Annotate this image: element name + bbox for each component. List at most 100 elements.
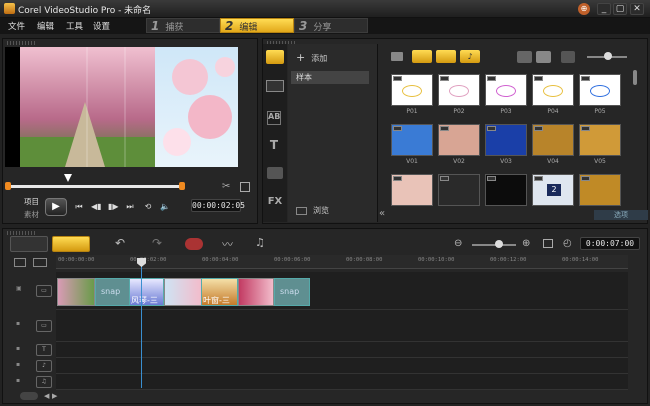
show-videos-toggle[interactable] — [412, 50, 432, 63]
enlarge-icon[interactable] — [240, 182, 250, 192]
title-category-icon[interactable]: T — [267, 138, 281, 152]
minimize-button[interactable]: _ — [597, 3, 611, 15]
video-badge-icon — [440, 176, 449, 181]
list-view-icon[interactable] — [517, 51, 532, 63]
thumbnail-size-knob[interactable] — [604, 52, 612, 60]
library-thumbnail[interactable] — [391, 124, 433, 156]
end-button[interactable]: ⏭ — [125, 202, 135, 212]
mark-in-handle[interactable] — [5, 182, 11, 190]
previous-frame-button[interactable]: ◀▮ — [91, 202, 102, 212]
collapse-arrow-icon[interactable]: « — [379, 208, 385, 219]
zoom-in-icon[interactable]: ⊕ — [522, 238, 530, 249]
video-track-icon[interactable]: ▭ — [36, 285, 52, 297]
zoom-slider[interactable] — [472, 244, 516, 246]
show-audio-toggle[interactable]: ♪ — [460, 50, 480, 63]
media-category-icon[interactable] — [266, 50, 284, 64]
play-button[interactable]: ▶ — [45, 198, 67, 216]
timeline-scroll-left-icon[interactable]: ◀ — [44, 392, 49, 400]
thumbnail-label: V01 — [406, 158, 418, 165]
options-button[interactable]: 选项 — [594, 210, 648, 220]
scissors-icon[interactable]: ✂ — [222, 181, 230, 192]
sort-icon[interactable] — [561, 51, 575, 63]
maximize-button[interactable]: ▢ — [613, 3, 627, 15]
music-track-toggle[interactable]: ▪ — [16, 377, 23, 384]
zoom-slider-knob[interactable] — [495, 240, 503, 248]
thumbnail-view-icon[interactable] — [536, 51, 551, 63]
video-clip-2[interactable] — [164, 278, 202, 306]
transition-snap-1[interactable]: snap — [95, 278, 130, 306]
video-clip-3[interactable] — [238, 278, 274, 306]
close-button[interactable]: ✕ — [630, 3, 644, 15]
mark-out-handle[interactable] — [179, 182, 185, 190]
library-thumbnail[interactable] — [579, 174, 621, 206]
storyboard-view-button[interactable] — [10, 236, 48, 252]
library-thumbnail[interactable] — [532, 124, 574, 156]
instant-project-icon[interactable] — [266, 80, 284, 92]
folder-icon[interactable] — [391, 52, 403, 61]
title-track-toggle[interactable]: ▪ — [16, 345, 23, 352]
timeline-view-button[interactable] — [52, 236, 90, 252]
voice-track-icon[interactable]: ♪ — [36, 360, 52, 372]
library-thumbnail[interactable]: 2 — [532, 174, 574, 206]
transition-blinds[interactable]: 叶窗-三 — [201, 278, 238, 306]
menu-file[interactable]: 文件 — [8, 20, 25, 32]
title-track-icon[interactable]: T — [36, 344, 52, 356]
video-track-toggle[interactable]: ▣ — [16, 285, 23, 292]
library-thumbnail[interactable] — [391, 74, 433, 106]
library-thumbnail[interactable] — [438, 74, 480, 106]
library-thumbnail[interactable] — [485, 174, 527, 206]
step-tab-share[interactable]: 3 分享 — [294, 18, 368, 33]
fit-project-icon[interactable] — [543, 239, 553, 248]
mode-clip-label[interactable]: 素材 — [24, 209, 39, 220]
scrubber-track[interactable] — [8, 185, 184, 188]
add-folder-button[interactable]: + 添加 — [296, 51, 327, 64]
preview-viewer[interactable] — [5, 47, 238, 167]
step-tab-capture[interactable]: 1 捕获 — [146, 18, 220, 33]
redo-icon[interactable]: ↷ — [152, 236, 162, 250]
step-tab-edit[interactable]: 2 编辑 — [220, 18, 294, 33]
library-thumbnail[interactable] — [438, 124, 480, 156]
library-thumbnail[interactable] — [485, 74, 527, 106]
transition-snap-2[interactable]: snap — [274, 278, 310, 306]
transition-accordion[interactable]: 风琴-三 — [129, 278, 164, 306]
chapter-icon[interactable] — [33, 258, 47, 267]
next-frame-button[interactable]: ▮▶ — [108, 202, 119, 212]
timeline-scroll-menu[interactable] — [20, 392, 38, 400]
overlay-track-toggle[interactable]: ▪ — [16, 320, 23, 327]
zoom-out-icon[interactable]: ⊖ — [454, 238, 462, 249]
video-badge-icon — [487, 176, 496, 181]
graphics-category-icon[interactable] — [267, 167, 283, 179]
library-thumbnail[interactable] — [579, 124, 621, 156]
voice-track-toggle[interactable]: ▪ — [16, 361, 23, 368]
help-icon[interactable]: ⊕ — [578, 3, 590, 15]
repeat-icon[interactable]: ⟲ — [143, 202, 153, 212]
show-photos-toggle[interactable] — [436, 50, 456, 63]
home-button[interactable]: ⏮ — [74, 202, 84, 212]
record-capture-icon[interactable] — [185, 238, 203, 250]
library-thumbnail[interactable] — [485, 124, 527, 156]
player-timecode[interactable]: 00:00:02:05 — [191, 199, 245, 212]
transition-category-icon[interactable]: AB — [267, 111, 281, 125]
timeline-scroll-right-icon[interactable]: ▶ — [52, 392, 57, 400]
track-manager-icon[interactable] — [14, 258, 26, 267]
video-clip-1[interactable] — [57, 278, 95, 306]
mode-project-label[interactable]: 项目 — [24, 196, 39, 207]
library-thumbnail[interactable] — [391, 174, 433, 206]
folder-item-sample[interactable]: 样本 — [291, 71, 369, 84]
menu-edit[interactable]: 编辑 — [37, 20, 54, 32]
menu-tools[interactable]: 工具 — [66, 20, 83, 32]
undo-icon[interactable]: ↶ — [115, 236, 125, 250]
playhead-line[interactable] — [141, 266, 142, 388]
menu-settings[interactable]: 设置 — [93, 20, 110, 32]
music-track-icon[interactable]: ♫ — [36, 376, 52, 388]
library-thumbnail[interactable] — [579, 74, 621, 106]
library-thumbnail[interactable] — [532, 74, 574, 106]
auto-music-icon[interactable]: ♫ — [255, 236, 265, 249]
browse-button[interactable]: 浏览 — [296, 205, 329, 216]
audio-mixer-icon[interactable]: 〰 — [222, 236, 233, 252]
library-thumbnail[interactable] — [438, 174, 480, 206]
volume-icon[interactable]: 🔈 — [160, 202, 170, 212]
filter-category-icon[interactable]: FX — [265, 196, 285, 210]
library-scrollbar[interactable] — [633, 70, 637, 85]
overlay-track-icon[interactable]: ▭ — [36, 320, 52, 332]
